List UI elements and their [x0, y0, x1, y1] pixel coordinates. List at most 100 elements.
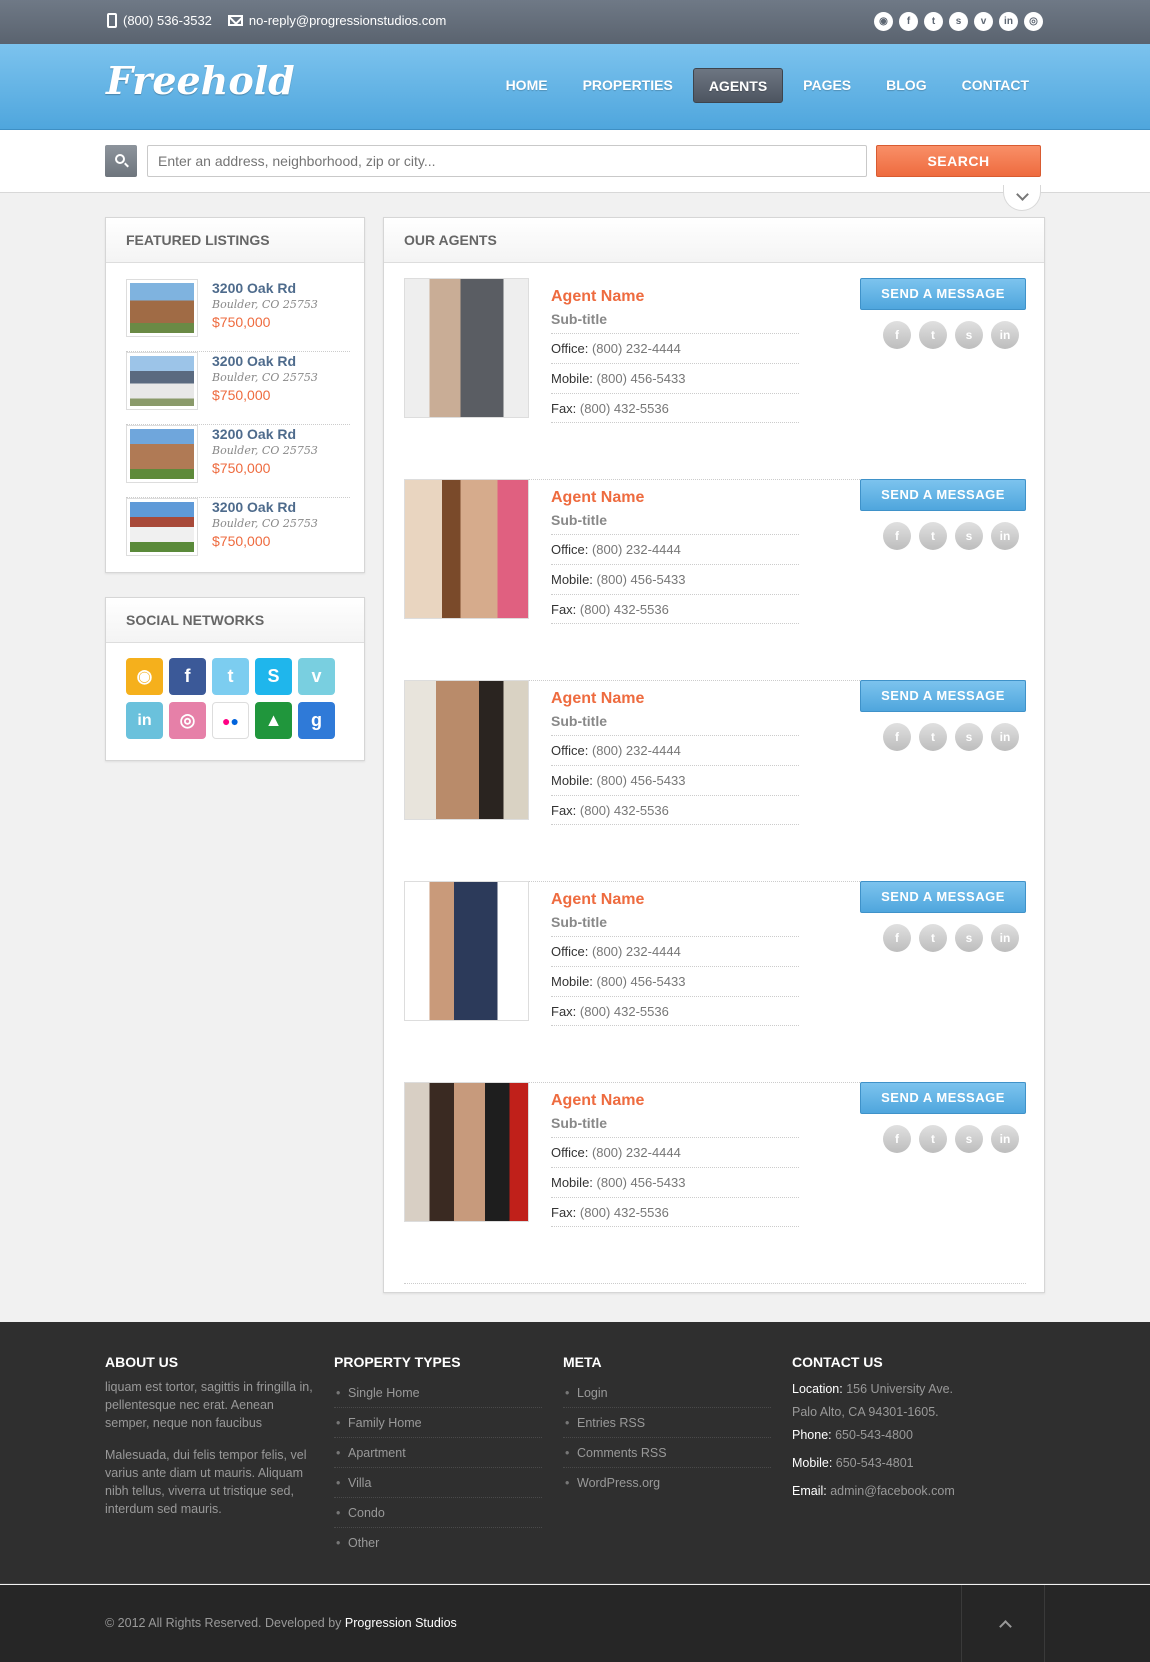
nav-agents[interactable]: AGENTS	[692, 68, 784, 103]
facebook-icon[interactable]: f	[883, 321, 911, 349]
skype-icon[interactable]: s	[955, 321, 983, 349]
rss-icon[interactable]: ◉	[126, 658, 163, 695]
dribbble-icon[interactable]: ◎	[1024, 12, 1043, 31]
list-item[interactable]: 3200 Oak Rd Boulder, CO 25753 $750,000	[126, 352, 350, 425]
listing-thumbnail[interactable]	[126, 352, 198, 410]
listing-title[interactable]: 3200 Oak Rd	[212, 353, 296, 369]
listing-title[interactable]: 3200 Oak Rd	[212, 280, 296, 296]
agent-mobile: Mobile: (800) 456-5433	[551, 564, 799, 594]
footer-link-wordpress[interactable]: WordPress.org	[563, 1468, 771, 1498]
listing-thumbnail[interactable]	[126, 498, 198, 556]
dribbble-icon[interactable]: ◎	[169, 702, 206, 739]
nav-blog[interactable]: BLOG	[871, 68, 941, 103]
skype-icon[interactable]: s	[955, 924, 983, 952]
agent-photo[interactable]	[404, 881, 529, 1021]
twitter-icon[interactable]: t	[919, 924, 947, 952]
agent-name[interactable]: Agent Name	[551, 288, 644, 306]
linkedin-icon[interactable]: in	[999, 12, 1018, 31]
twitter-icon[interactable]: t	[919, 321, 947, 349]
send-message-button[interactable]: SEND A MESSAGE	[860, 479, 1026, 511]
list-item[interactable]: 3200 Oak Rd Boulder, CO 25753 $750,000	[126, 279, 350, 352]
agent-photo[interactable]	[404, 1082, 529, 1222]
footer-link-single-home[interactable]: Single Home	[334, 1378, 542, 1408]
nav-contact[interactable]: CONTACT	[947, 68, 1044, 103]
phone-icon	[107, 13, 117, 28]
listing-title[interactable]: 3200 Oak Rd	[212, 499, 296, 515]
vimeo-icon[interactable]: v	[298, 658, 335, 695]
agent-name[interactable]: Agent Name	[551, 690, 644, 708]
send-message-button[interactable]: SEND A MESSAGE	[860, 1082, 1026, 1114]
send-message-button[interactable]: SEND A MESSAGE	[860, 278, 1026, 310]
linkedin-icon[interactable]: in	[991, 1125, 1019, 1153]
skype-icon[interactable]: S	[255, 658, 292, 695]
nav-properties[interactable]: PROPERTIES	[568, 68, 688, 103]
agent-name[interactable]: Agent Name	[551, 1092, 644, 1110]
footer-about: ABOUT US liquam est tortor, sagittis in …	[105, 1354, 315, 1532]
footer-meta-title: META	[563, 1354, 602, 1370]
list-item[interactable]: 3200 Oak Rd Boulder, CO 25753 $750,000	[126, 498, 350, 571]
twitter-icon[interactable]: t	[212, 658, 249, 695]
top-email-address[interactable]: no-reply@progressionstudios.com	[249, 13, 446, 28]
linkedin-icon[interactable]: in	[991, 321, 1019, 349]
footer-link-login[interactable]: Login	[563, 1378, 771, 1408]
facebook-icon[interactable]: f	[883, 924, 911, 952]
linkedin-icon[interactable]: in	[126, 702, 163, 739]
footer-link-villa[interactable]: Villa	[334, 1468, 542, 1498]
facebook-icon[interactable]: f	[899, 12, 918, 31]
rss-icon[interactable]: ◉	[874, 12, 893, 31]
footer-link-other[interactable]: Other	[334, 1528, 542, 1558]
agent-mobile: Mobile: (800) 456-5433	[551, 966, 799, 996]
footer-link-condo[interactable]: Condo	[334, 1498, 542, 1528]
agent-name[interactable]: Agent Name	[551, 489, 644, 507]
agent-photo[interactable]	[404, 278, 529, 418]
send-message-button[interactable]: SEND A MESSAGE	[860, 881, 1026, 913]
linkedin-icon[interactable]: in	[991, 723, 1019, 751]
listing-thumbnail[interactable]	[126, 279, 198, 337]
skype-icon[interactable]: s	[955, 1125, 983, 1153]
twitter-icon[interactable]: t	[919, 723, 947, 751]
footer-link-family-home[interactable]: Family Home	[334, 1408, 542, 1438]
footer-link-comments-rss[interactable]: Comments RSS	[563, 1438, 771, 1468]
flickr-icon[interactable]: ● ●	[212, 702, 249, 739]
top-email[interactable]: no-reply@progressionstudios.com	[227, 13, 446, 28]
vimeo-icon[interactable]: v	[974, 12, 993, 31]
agent-name[interactable]: Agent Name	[551, 891, 644, 909]
listing-title[interactable]: 3200 Oak Rd	[212, 426, 296, 442]
google-icon[interactable]: g	[298, 702, 335, 739]
listing-thumbnail[interactable]	[126, 425, 198, 483]
twitter-icon[interactable]: t	[919, 1125, 947, 1153]
nav-home[interactable]: HOME	[491, 68, 563, 103]
footer-link-apartment[interactable]: Apartment	[334, 1438, 542, 1468]
linkedin-icon[interactable]: in	[991, 924, 1019, 952]
send-message-button[interactable]: SEND A MESSAGE	[860, 680, 1026, 712]
nav-pages[interactable]: PAGES	[788, 68, 866, 103]
twitter-icon[interactable]: t	[919, 522, 947, 550]
search-input[interactable]	[147, 145, 867, 177]
skype-icon[interactable]: s	[955, 723, 983, 751]
facebook-icon[interactable]: f	[169, 658, 206, 695]
search-button[interactable]: SEARCH	[876, 145, 1041, 177]
list-item[interactable]: 3200 Oak Rd Boulder, CO 25753 $750,000	[126, 425, 350, 498]
search-icon[interactable]	[105, 145, 137, 177]
back-to-top-icon[interactable]	[961, 1585, 1045, 1662]
facebook-icon[interactable]: f	[883, 1125, 911, 1153]
forrst-icon[interactable]: ▲	[255, 702, 292, 739]
footer-mobile: Mobile: 650-543-4801	[792, 1456, 914, 1470]
chevron-down-icon[interactable]	[1003, 185, 1041, 211]
developer-link[interactable]: Progression Studios	[345, 1616, 457, 1630]
skype-icon[interactable]: s	[949, 12, 968, 31]
site-logo[interactable]: Freehold	[106, 58, 295, 103]
agent-photo[interactable]	[404, 680, 529, 820]
copyright: © 2012 All Rights Reserved. Developed by…	[105, 1616, 457, 1630]
skype-icon[interactable]: s	[955, 522, 983, 550]
linkedin-icon[interactable]: in	[991, 522, 1019, 550]
agent-office: Office: (800) 232-4444	[551, 936, 799, 966]
agent-mobile: Mobile: (800) 456-5433	[551, 765, 799, 795]
social-networks-widget: SOCIAL NETWORKS ◉ f t S v in ◎ ● ● ▲ g	[105, 597, 365, 761]
facebook-icon[interactable]: f	[883, 723, 911, 751]
agent-fax: Fax: (800) 432-5536	[551, 393, 799, 423]
twitter-icon[interactable]: t	[924, 12, 943, 31]
agent-photo[interactable]	[404, 479, 529, 619]
facebook-icon[interactable]: f	[883, 522, 911, 550]
footer-link-entries-rss[interactable]: Entries RSS	[563, 1408, 771, 1438]
